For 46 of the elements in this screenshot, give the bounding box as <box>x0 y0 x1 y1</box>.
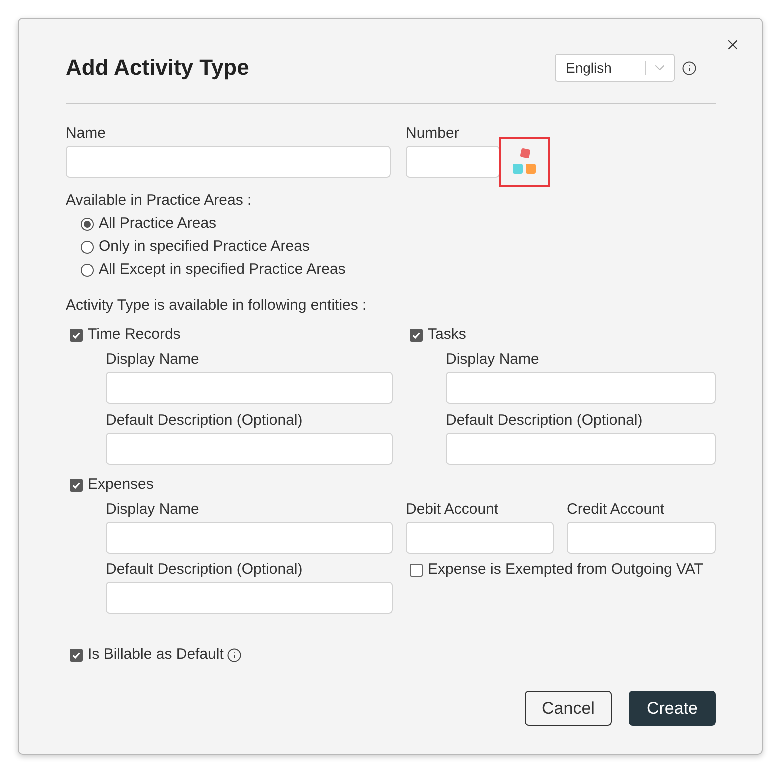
checkbox[interactable] <box>70 478 83 492</box>
display-name-input[interactable] <box>106 372 393 404</box>
radio-button[interactable] <box>81 241 94 254</box>
field-label: Display Name <box>106 350 200 370</box>
checkbox-label: Tasks <box>428 324 466 345</box>
credit-account-input[interactable] <box>567 522 716 554</box>
radio-label: Only in specified Practice Areas <box>99 237 310 258</box>
cancel-button[interactable]: Cancel <box>525 691 612 726</box>
info-icon[interactable] <box>682 60 697 76</box>
dialog-title: Add Activity Type <box>66 54 250 82</box>
checkbox-label: Time Records <box>88 324 181 345</box>
name-input[interactable] <box>66 146 391 178</box>
number-generator-button[interactable] <box>499 137 550 187</box>
field-label: Credit Account <box>567 500 666 520</box>
number-blocks-icon <box>510 148 538 176</box>
section-label: Available in Practice Areas : <box>66 191 253 211</box>
display-name-input[interactable] <box>106 522 393 554</box>
checkbox-label: Expenses <box>88 474 154 495</box>
checkbox[interactable] <box>410 564 423 576</box>
checkbox[interactable] <box>410 328 423 342</box>
field-label: Default Description (Optional) <box>106 560 304 580</box>
field-label: Default Description (Optional) <box>446 411 644 431</box>
create-button[interactable]: Create <box>629 691 716 726</box>
radio-label: All Practice Areas <box>99 214 217 234</box>
checkbox-label: Is Billable as Default <box>88 644 224 665</box>
field-label: Default Description (Optional) <box>106 411 304 431</box>
description-input[interactable] <box>446 433 716 465</box>
info-icon[interactable] <box>226 648 242 662</box>
debit-account-input[interactable] <box>406 522 554 554</box>
number-input[interactable] <box>406 146 500 178</box>
radio-label: All Except in specified Practice Areas <box>99 260 346 280</box>
field-label: Debit Account <box>406 500 500 520</box>
display-name-input[interactable] <box>446 372 716 404</box>
section-label: Activity Type is available in following entities : <box>66 296 368 316</box>
field-label: Number <box>406 124 460 144</box>
description-input[interactable] <box>106 582 393 614</box>
checkbox[interactable] <box>70 648 83 662</box>
field-label: Display Name <box>446 350 540 370</box>
checkbox[interactable] <box>70 328 83 342</box>
description-input[interactable] <box>106 433 393 465</box>
field-label: Name <box>66 124 108 144</box>
radio-button[interactable] <box>81 264 94 277</box>
language-select[interactable]: English <box>555 54 675 82</box>
field-label: Display Name <box>106 500 200 520</box>
checkbox-label: Expense is Exempted from Outgoing VAT <box>428 560 704 580</box>
radio-button[interactable] <box>81 218 94 231</box>
